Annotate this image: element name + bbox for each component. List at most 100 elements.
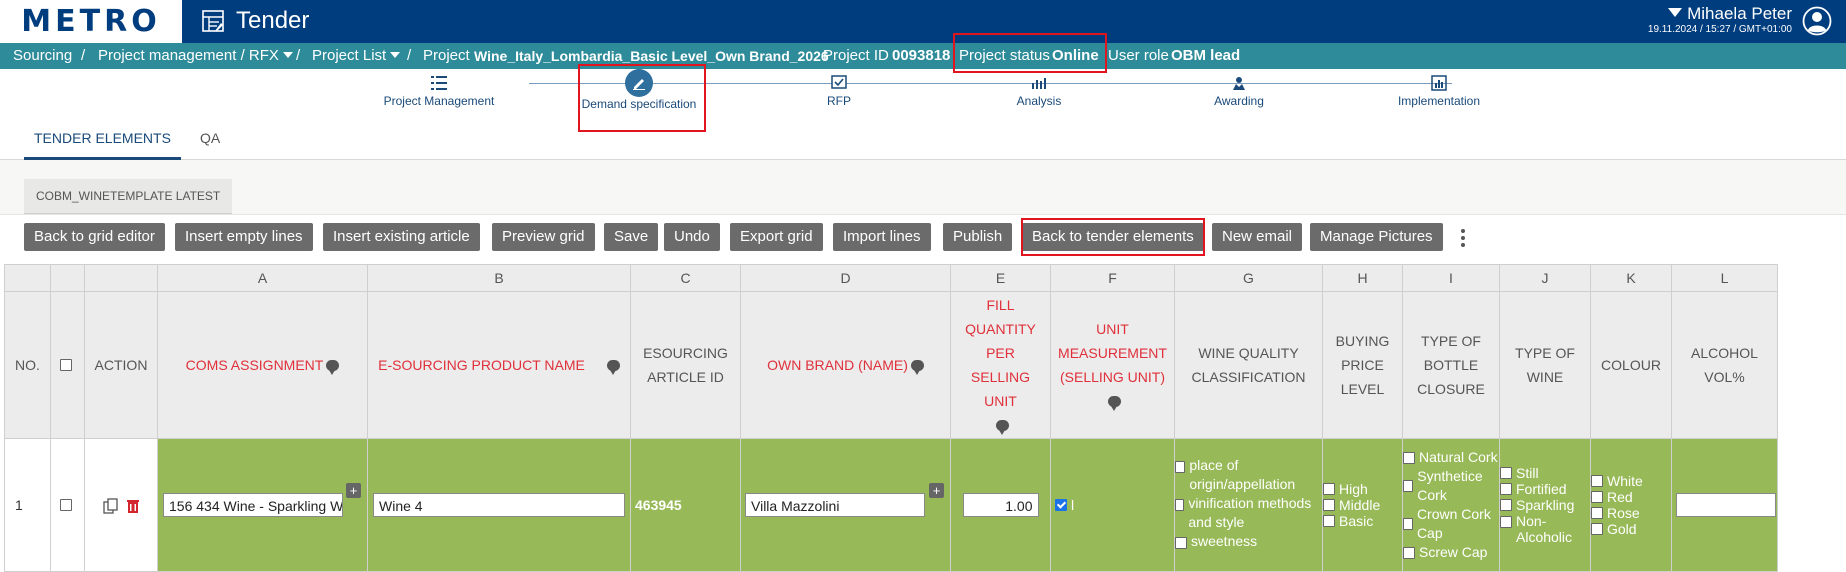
list-item[interactable]: High (1323, 481, 1402, 497)
tab-qa[interactable]: QA (190, 119, 230, 157)
list-item[interactable]: Still (1500, 465, 1590, 481)
option-checkbox[interactable] (1403, 518, 1413, 530)
option-checkbox[interactable] (1403, 451, 1415, 464)
option-checkbox[interactable] (1323, 483, 1335, 495)
header-wine-quality: WINE QUALITY CLASSIFICATION (1174, 291, 1323, 439)
option-checkbox[interactable] (1591, 491, 1603, 503)
import-lines-button[interactable]: Import lines (833, 223, 931, 251)
delete-icon[interactable] (127, 499, 139, 513)
list-item[interactable]: sweetness (1175, 532, 1322, 551)
cell-buying-price: High Middle Basic (1322, 438, 1403, 572)
info-icon[interactable] (606, 360, 620, 375)
select-all-checkbox[interactable] (59, 359, 72, 371)
list-item[interactable]: Screw Cap (1403, 543, 1499, 562)
step-awarding[interactable]: Awarding (1149, 75, 1329, 108)
unit-checkbox[interactable] (1055, 499, 1067, 511)
list-item[interactable]: Rose (1591, 505, 1671, 521)
list-item[interactable]: Non-Alcoholic (1500, 513, 1590, 545)
info-icon[interactable] (910, 360, 924, 375)
step-analysis[interactable]: Analysis (949, 75, 1129, 108)
user-menu[interactable]: Mihaela Peter (1668, 4, 1792, 24)
col-letter-c: C (630, 264, 741, 292)
option-checkbox[interactable] (1500, 483, 1512, 495)
option-checkbox[interactable] (1323, 499, 1335, 511)
manage-pictures-button[interactable]: Manage Pictures (1310, 223, 1443, 251)
info-icon[interactable] (995, 420, 1009, 435)
more-options-icon[interactable] (1460, 227, 1466, 249)
user-avatar-icon[interactable] (1802, 6, 1832, 36)
option-checkbox[interactable] (1500, 499, 1512, 511)
option-checkbox[interactable] (1591, 523, 1603, 535)
status-value: Online (1052, 47, 1099, 64)
info-icon[interactable] (326, 360, 340, 375)
main-tabs: TENDER ELEMENTS QA (0, 119, 1846, 160)
info-icon[interactable] (1107, 396, 1121, 411)
list-item[interactable]: place of origin/appellation (1175, 456, 1322, 494)
alcohol-input[interactable] (1676, 493, 1776, 517)
option-checkbox[interactable] (1175, 460, 1186, 473)
unit-value: l (1071, 497, 1075, 513)
plus-icon[interactable]: + (346, 483, 361, 498)
plus-icon[interactable]: + (929, 483, 944, 498)
list-item[interactable]: Basic (1323, 513, 1402, 529)
step-rfp[interactable]: RFP (749, 75, 929, 108)
list-item[interactable]: Natural Cork (1403, 448, 1499, 467)
crumb-project-mgmt[interactable]: Project management / RFX (98, 43, 293, 69)
new-email-button[interactable]: New email (1212, 223, 1303, 251)
header-label: ESOURCING ARTICLE ID (643, 345, 728, 385)
option-checkbox[interactable] (1403, 480, 1414, 492)
chevron-down-icon (1668, 8, 1683, 17)
row-checkbox[interactable] (59, 499, 72, 511)
export-grid-button[interactable]: Export grid (730, 223, 823, 251)
step-implementation[interactable]: Implementation (1349, 75, 1529, 108)
back-to-grid-button[interactable]: Back to grid editor (24, 223, 165, 251)
coms-assignment-input[interactable]: 156 434 Wine - Sparkling Wine (163, 493, 343, 517)
tab-tender-elements[interactable]: TENDER ELEMENTS (24, 119, 181, 160)
chart-box-icon (1431, 75, 1447, 91)
preview-grid-button[interactable]: Preview grid (492, 223, 595, 251)
fill-quantity-input[interactable]: 1.00 (962, 493, 1039, 517)
list-item[interactable]: Crown Cork Cap (1403, 505, 1499, 543)
back-to-tender-elements-button[interactable]: Back to tender elements (1022, 223, 1204, 251)
option-checkbox[interactable] (1500, 467, 1512, 479)
cell-own-brand: Villa Mazzolini + (740, 438, 951, 572)
crumb-sourcing[interactable]: Sourcing (13, 43, 72, 69)
list-item[interactable]: Gold (1591, 521, 1671, 537)
insert-existing-article-button[interactable]: Insert existing article (323, 223, 480, 251)
cell-unit-measurement: l (1050, 438, 1175, 572)
col-letter-a: A (157, 264, 368, 292)
option-checkbox[interactable] (1500, 516, 1512, 528)
row-actions (84, 438, 158, 572)
list-item[interactable]: Sparkling (1500, 497, 1590, 513)
own-brand-input[interactable]: Villa Mazzolini (745, 493, 925, 517)
option-checkbox[interactable] (1591, 507, 1603, 519)
product-name-input[interactable]: Wine 4 (373, 493, 625, 517)
list-item[interactable]: Red (1591, 489, 1671, 505)
list-item[interactable]: Synthetice Cork (1403, 467, 1499, 505)
option-label: sweetness (1191, 532, 1258, 549)
list-item[interactable]: White (1591, 473, 1671, 489)
list-item[interactable]: vinification methods and style (1175, 494, 1322, 532)
list-item[interactable]: Middle (1323, 497, 1402, 513)
option-label: White (1607, 473, 1643, 489)
option-label: Red (1607, 489, 1633, 505)
option-checkbox[interactable] (1591, 475, 1603, 487)
option-checkbox[interactable] (1175, 536, 1187, 549)
metro-logo[interactable]: METRO (0, 0, 182, 43)
tab-template[interactable]: COBM_WINETEMPLATE LATEST (24, 179, 233, 215)
save-button[interactable]: Save (604, 223, 659, 251)
undo-button[interactable]: Undo (664, 223, 720, 251)
crumb-project-list[interactable]: Project List (312, 43, 401, 69)
copy-icon[interactable] (103, 497, 119, 514)
step-active-marker (625, 69, 653, 97)
insert-empty-lines-button[interactable]: Insert empty lines (175, 223, 313, 251)
crumb-sep: / (81, 47, 86, 64)
step-project-management[interactable]: Project Management (349, 75, 529, 108)
option-checkbox[interactable] (1175, 498, 1185, 511)
publish-button[interactable]: Publish (943, 223, 1013, 251)
table-row[interactable]: 1 156 434 Wine - Sparkling Wine + Wine 4… (4, 438, 1778, 572)
option-checkbox[interactable] (1323, 515, 1335, 527)
list-item[interactable]: Fortified (1500, 481, 1590, 497)
option-checkbox[interactable] (1403, 546, 1415, 559)
step-demand-specification[interactable]: Demand specification (549, 69, 729, 111)
